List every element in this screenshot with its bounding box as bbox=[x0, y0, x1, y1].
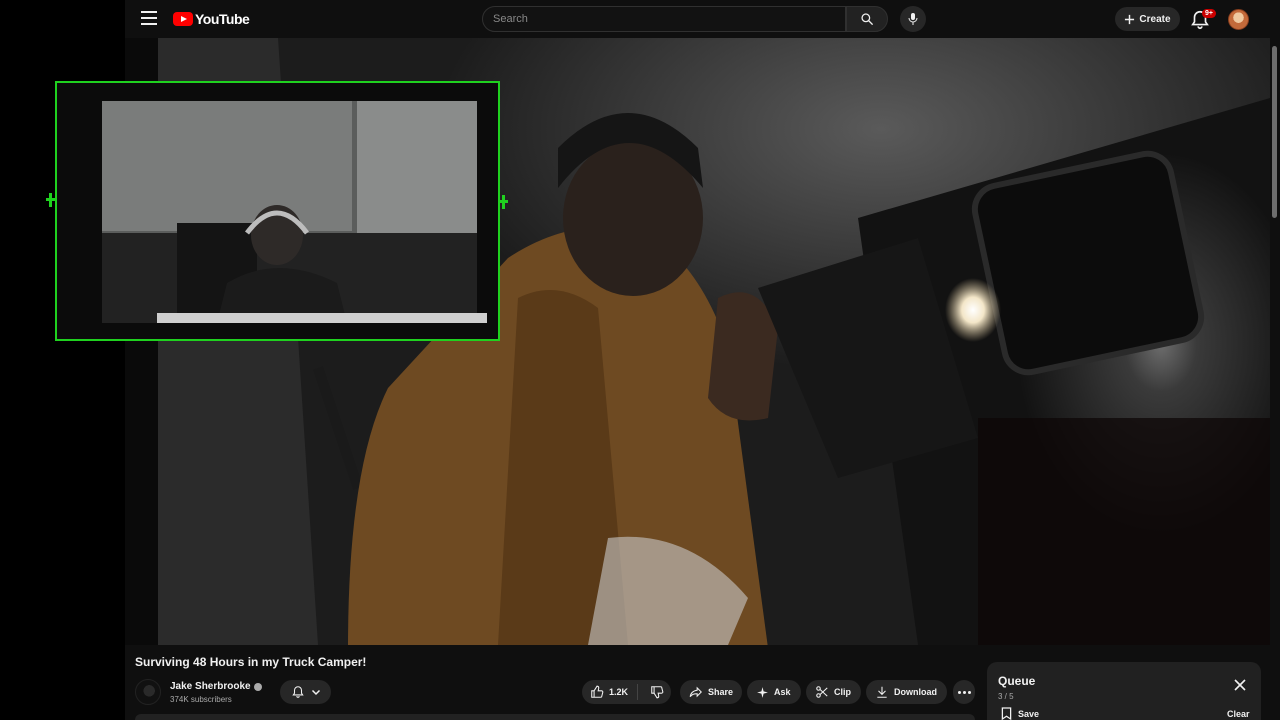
like-dislike-group: 1.2K bbox=[582, 680, 671, 704]
overlay-resize-handle-right[interactable] bbox=[499, 195, 508, 209]
download-icon bbox=[877, 686, 887, 698]
chevron-down-icon bbox=[311, 689, 320, 696]
queue-panel: Queue 3 / 5 Save Clear bbox=[987, 662, 1261, 720]
queue-title: Queue bbox=[998, 674, 1036, 688]
ask-button[interactable]: Ask bbox=[747, 680, 801, 704]
clip-label: Clip bbox=[834, 687, 851, 697]
video-title: Surviving 48 Hours in my Truck Camper! bbox=[135, 655, 367, 669]
thumbs-up-icon bbox=[591, 685, 604, 698]
masthead: YouTube Create 9+ bbox=[125, 0, 1280, 38]
share-button[interactable]: Share bbox=[680, 680, 742, 704]
plus-icon bbox=[1125, 14, 1135, 24]
description-box[interactable] bbox=[135, 714, 975, 720]
thumbs-down-icon bbox=[651, 686, 664, 699]
scrollbar-thumb[interactable] bbox=[1272, 46, 1277, 218]
queue-save-button[interactable]: Save bbox=[1001, 707, 1039, 720]
facecam-overlay[interactable] bbox=[55, 81, 500, 341]
download-button[interactable]: Download bbox=[866, 680, 947, 704]
search-input[interactable] bbox=[493, 13, 845, 25]
app-root: YouTube Create 9+ bbox=[0, 0, 1280, 720]
channel-avatar[interactable] bbox=[135, 679, 161, 705]
notifications-dropdown-button[interactable] bbox=[280, 680, 331, 704]
bell-icon bbox=[291, 686, 304, 698]
overlay-resize-handle-left[interactable] bbox=[46, 193, 55, 207]
create-label: Create bbox=[1139, 13, 1171, 25]
channel-name-link[interactable]: Jake Sherbrooke bbox=[170, 681, 262, 692]
voice-search-button[interactable] bbox=[900, 6, 926, 32]
share-label: Share bbox=[707, 687, 733, 697]
account-avatar[interactable] bbox=[1228, 9, 1249, 30]
verified-icon bbox=[253, 682, 262, 691]
channel-name: Jake Sherbrooke bbox=[170, 681, 251, 692]
clip-button[interactable]: Clip bbox=[806, 680, 861, 704]
like-button[interactable]: 1.2K bbox=[582, 684, 639, 700]
scissors-icon bbox=[816, 686, 828, 698]
queue-position: 3 / 5 bbox=[998, 692, 1014, 701]
queue-clear-button[interactable]: Clear bbox=[1227, 709, 1250, 719]
microphone-icon bbox=[908, 13, 918, 25]
search-icon bbox=[861, 13, 873, 25]
share-icon bbox=[689, 686, 702, 698]
ask-label: Ask bbox=[774, 687, 791, 697]
more-actions-button[interactable] bbox=[953, 680, 975, 704]
search-button[interactable] bbox=[846, 6, 888, 32]
queue-save-label: Save bbox=[1018, 708, 1040, 719]
logo-text: YouTube bbox=[195, 11, 250, 27]
sparkle-icon bbox=[757, 686, 768, 698]
bookmark-icon bbox=[1001, 707, 1012, 720]
like-count: 1.2K bbox=[609, 687, 629, 697]
create-button[interactable]: Create bbox=[1115, 7, 1180, 31]
youtube-logo[interactable]: YouTube bbox=[173, 11, 250, 27]
youtube-play-icon bbox=[173, 12, 193, 26]
search-box[interactable] bbox=[482, 6, 846, 32]
facecam-frame bbox=[57, 83, 498, 339]
notification-badge: 9+ bbox=[1202, 9, 1216, 18]
download-label: Download bbox=[894, 687, 937, 697]
page-scrollbar[interactable] bbox=[1270, 38, 1278, 720]
dislike-button[interactable] bbox=[643, 680, 671, 704]
close-icon[interactable] bbox=[1233, 678, 1247, 692]
menu-icon[interactable] bbox=[141, 11, 157, 25]
subscriber-count: 374K subscribers bbox=[170, 695, 232, 704]
